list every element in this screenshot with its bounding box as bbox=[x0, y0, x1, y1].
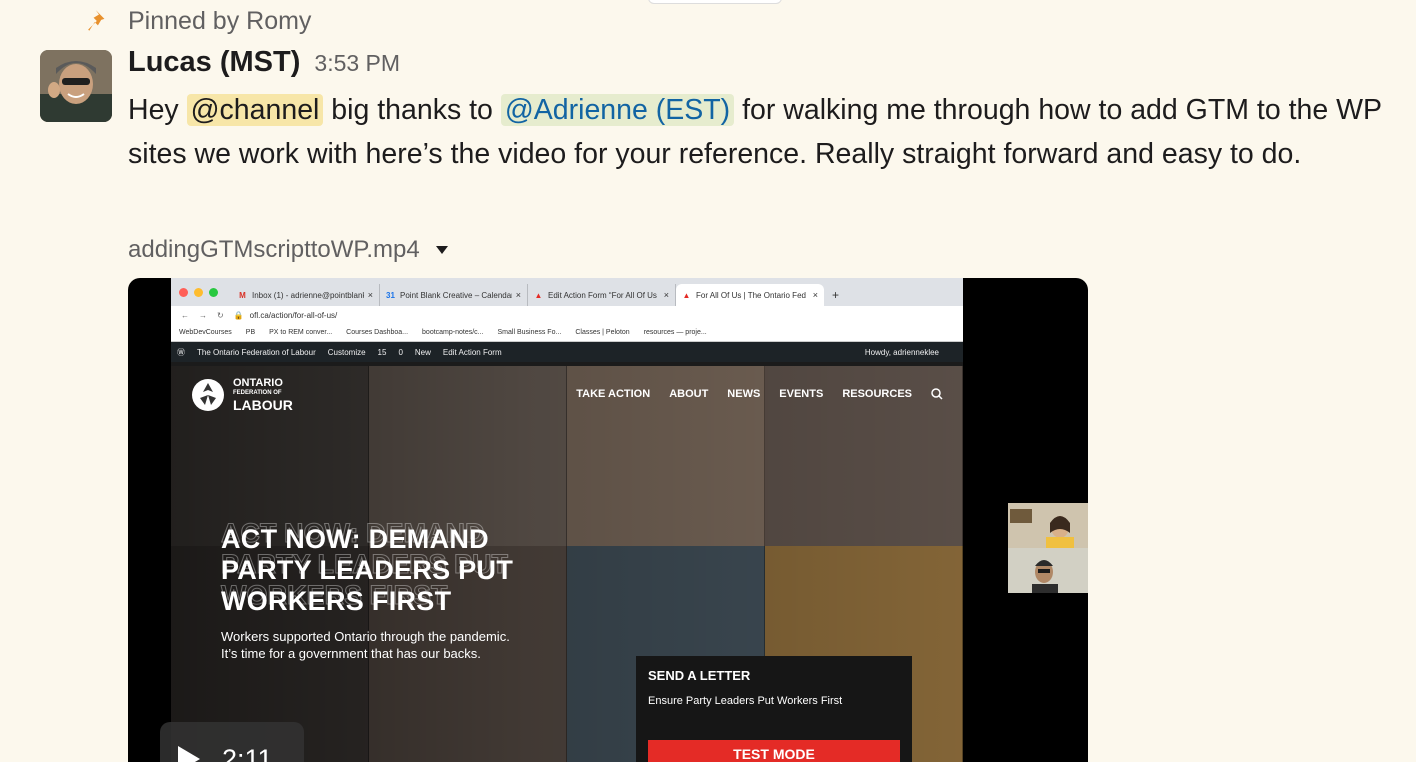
bookmarks-bar: WebDevCourses PB PX to REM conver... Cou… bbox=[171, 324, 963, 342]
ofl-favicon-icon: ▲ bbox=[682, 290, 691, 300]
message-text-part: big thanks to bbox=[323, 94, 501, 126]
avatar[interactable] bbox=[40, 50, 112, 122]
site-nav-item: NEWS bbox=[727, 388, 761, 400]
browser-tab-active: ▲ For All Of Us | The Ontario Fed × bbox=[676, 284, 824, 306]
video-player[interactable]: M Inbox (1) - adrienne@pointblank × 31 Po… bbox=[128, 278, 1088, 762]
url-text: ofl.ca/action/for-all-of-us/ bbox=[249, 310, 338, 320]
hero-headline: ACT NOW: DEMAND PARTY LEADERS PUT WORKER… bbox=[221, 524, 514, 616]
message-timestamp[interactable]: 3:53 PM bbox=[314, 50, 400, 77]
browser-tab: 31 Point Blank Creative – Calendar × bbox=[380, 284, 528, 306]
wordpress-icon: Ⓦ bbox=[177, 347, 185, 357]
pinned-indicator: Pinned by Romy bbox=[86, 6, 311, 36]
browser-tab-bar: M Inbox (1) - adrienne@pointblank × 31 Po… bbox=[171, 278, 963, 306]
site-nav-item: TAKE ACTION bbox=[576, 388, 651, 400]
new-tab-icon: + bbox=[832, 288, 840, 302]
wp-updates-count: 15 bbox=[377, 347, 387, 357]
reload-icon: ↻ bbox=[217, 310, 224, 320]
browser-tab: M Inbox (1) - adrienne@pointblank × bbox=[232, 284, 380, 306]
participant-thumbnails bbox=[1008, 503, 1088, 593]
tab-label: Point Blank Creative – Calendar bbox=[400, 290, 512, 300]
wp-howdy: Howdy, adrienneklee bbox=[864, 347, 939, 357]
ofl-logo-icon bbox=[192, 379, 224, 411]
maximize-dot-icon bbox=[209, 287, 218, 297]
attachment-filename[interactable]: addingGTMscripttoWP.mp4 bbox=[128, 236, 420, 264]
forward-arrow-icon: → bbox=[199, 310, 207, 320]
play-icon bbox=[178, 746, 200, 762]
logo-line1: ONTARIO bbox=[233, 377, 283, 389]
back-arrow-icon: ← bbox=[181, 310, 189, 320]
wp-customize: Customize bbox=[327, 347, 366, 357]
channel-mention[interactable]: @channel bbox=[186, 94, 324, 126]
calendar-icon: 31 bbox=[386, 290, 395, 300]
window-controls bbox=[179, 278, 218, 306]
gmail-icon: M bbox=[239, 290, 246, 300]
wp-site-name: The Ontario Federation of Labour bbox=[197, 347, 316, 357]
bookmark-item: PX to REM conver... bbox=[269, 329, 333, 336]
bookmark-item: WebDevCourses bbox=[179, 329, 232, 336]
site-nav-item: EVENTS bbox=[779, 388, 824, 400]
bookmark-item: Classes | Peloton bbox=[575, 329, 630, 336]
pin-icon bbox=[88, 10, 105, 31]
chevron-down-icon[interactable] bbox=[435, 246, 448, 254]
ofl-favicon-icon: ▲ bbox=[534, 290, 543, 300]
browser-tab: ▲ Edit Action Form “For All Of Us × bbox=[528, 284, 676, 306]
attachment-header[interactable]: addingGTMscripttoWP.mp4 bbox=[128, 236, 448, 264]
message-header: Lucas (MST) 3:53 PM bbox=[128, 46, 400, 79]
close-dot-icon bbox=[179, 287, 188, 297]
video-frame-browser: M Inbox (1) - adrienne@pointblank × 31 Po… bbox=[171, 278, 963, 762]
bookmark-item: resources — proje... bbox=[643, 329, 707, 336]
site-logo: ONTARIO FEDERATION OF LABOUR bbox=[191, 378, 293, 412]
video-duration: 2:11 bbox=[222, 743, 273, 762]
wp-comments-count: 0 bbox=[398, 347, 403, 357]
close-icon: × bbox=[812, 290, 818, 300]
site-nav-item: ABOUT bbox=[669, 388, 709, 400]
bookmark-item: PB bbox=[245, 329, 256, 336]
message-text-part: Hey bbox=[128, 94, 187, 126]
bookmark-item: Small Business Fo... bbox=[497, 329, 562, 336]
send-letter-panel: SEND A LETTER Ensure Party Leaders Put W… bbox=[636, 656, 912, 762]
message-body: Hey @channel big thanks to @Adrienne (ES… bbox=[128, 88, 1388, 176]
lock-icon: 🔒 bbox=[233, 310, 244, 320]
close-icon: × bbox=[515, 290, 521, 300]
site-nav-item: RESOURCES bbox=[842, 388, 912, 400]
play-button[interactable]: 2:11 bbox=[160, 722, 304, 762]
hero-subtext: Workers supported Ontario through the pa… bbox=[221, 629, 510, 661]
send-letter-subtitle: Ensure Party Leaders Put Workers First bbox=[648, 695, 843, 707]
search-icon bbox=[931, 388, 943, 400]
test-mode-banner: TEST MODE bbox=[648, 740, 900, 762]
wp-admin-bar: Ⓦ The Ontario Federation of Labour Custo… bbox=[171, 342, 963, 362]
author-name[interactable]: Lucas (MST) bbox=[128, 46, 300, 79]
logo-line3: LABOUR bbox=[233, 397, 293, 413]
participant-tile bbox=[1008, 503, 1088, 548]
bookmark-item: Courses Dashboa... bbox=[346, 329, 409, 336]
tab-label: Inbox (1) - adrienne@pointblank bbox=[252, 290, 364, 300]
minimize-dot-icon bbox=[194, 287, 203, 297]
user-mention[interactable]: @Adrienne (EST) bbox=[500, 94, 735, 126]
close-icon: × bbox=[367, 290, 373, 300]
tab-label: For All Of Us | The Ontario Fed bbox=[696, 290, 806, 300]
send-letter-title: SEND A LETTER bbox=[648, 668, 751, 683]
address-bar: ← → ↻ 🔒 ofl.ca/action/for-all-of-us/ bbox=[171, 306, 963, 324]
wp-new: New bbox=[414, 347, 431, 357]
participant-tile bbox=[1008, 548, 1088, 593]
new-messages-pill[interactable] bbox=[648, 0, 782, 4]
pinned-by-text: Pinned by Romy bbox=[128, 6, 312, 35]
close-icon: × bbox=[663, 290, 669, 300]
bookmark-item: bootcamp-notes/c... bbox=[422, 329, 484, 336]
website-hero: ONTARIO FEDERATION OF LABOUR TAKE ACTION… bbox=[171, 366, 963, 762]
tab-label: Edit Action Form “For All Of Us bbox=[548, 290, 657, 300]
wp-edit-form: Edit Action Form bbox=[442, 347, 502, 357]
site-nav: TAKE ACTION ABOUT NEWS EVENTS RESOURCES bbox=[576, 388, 943, 400]
